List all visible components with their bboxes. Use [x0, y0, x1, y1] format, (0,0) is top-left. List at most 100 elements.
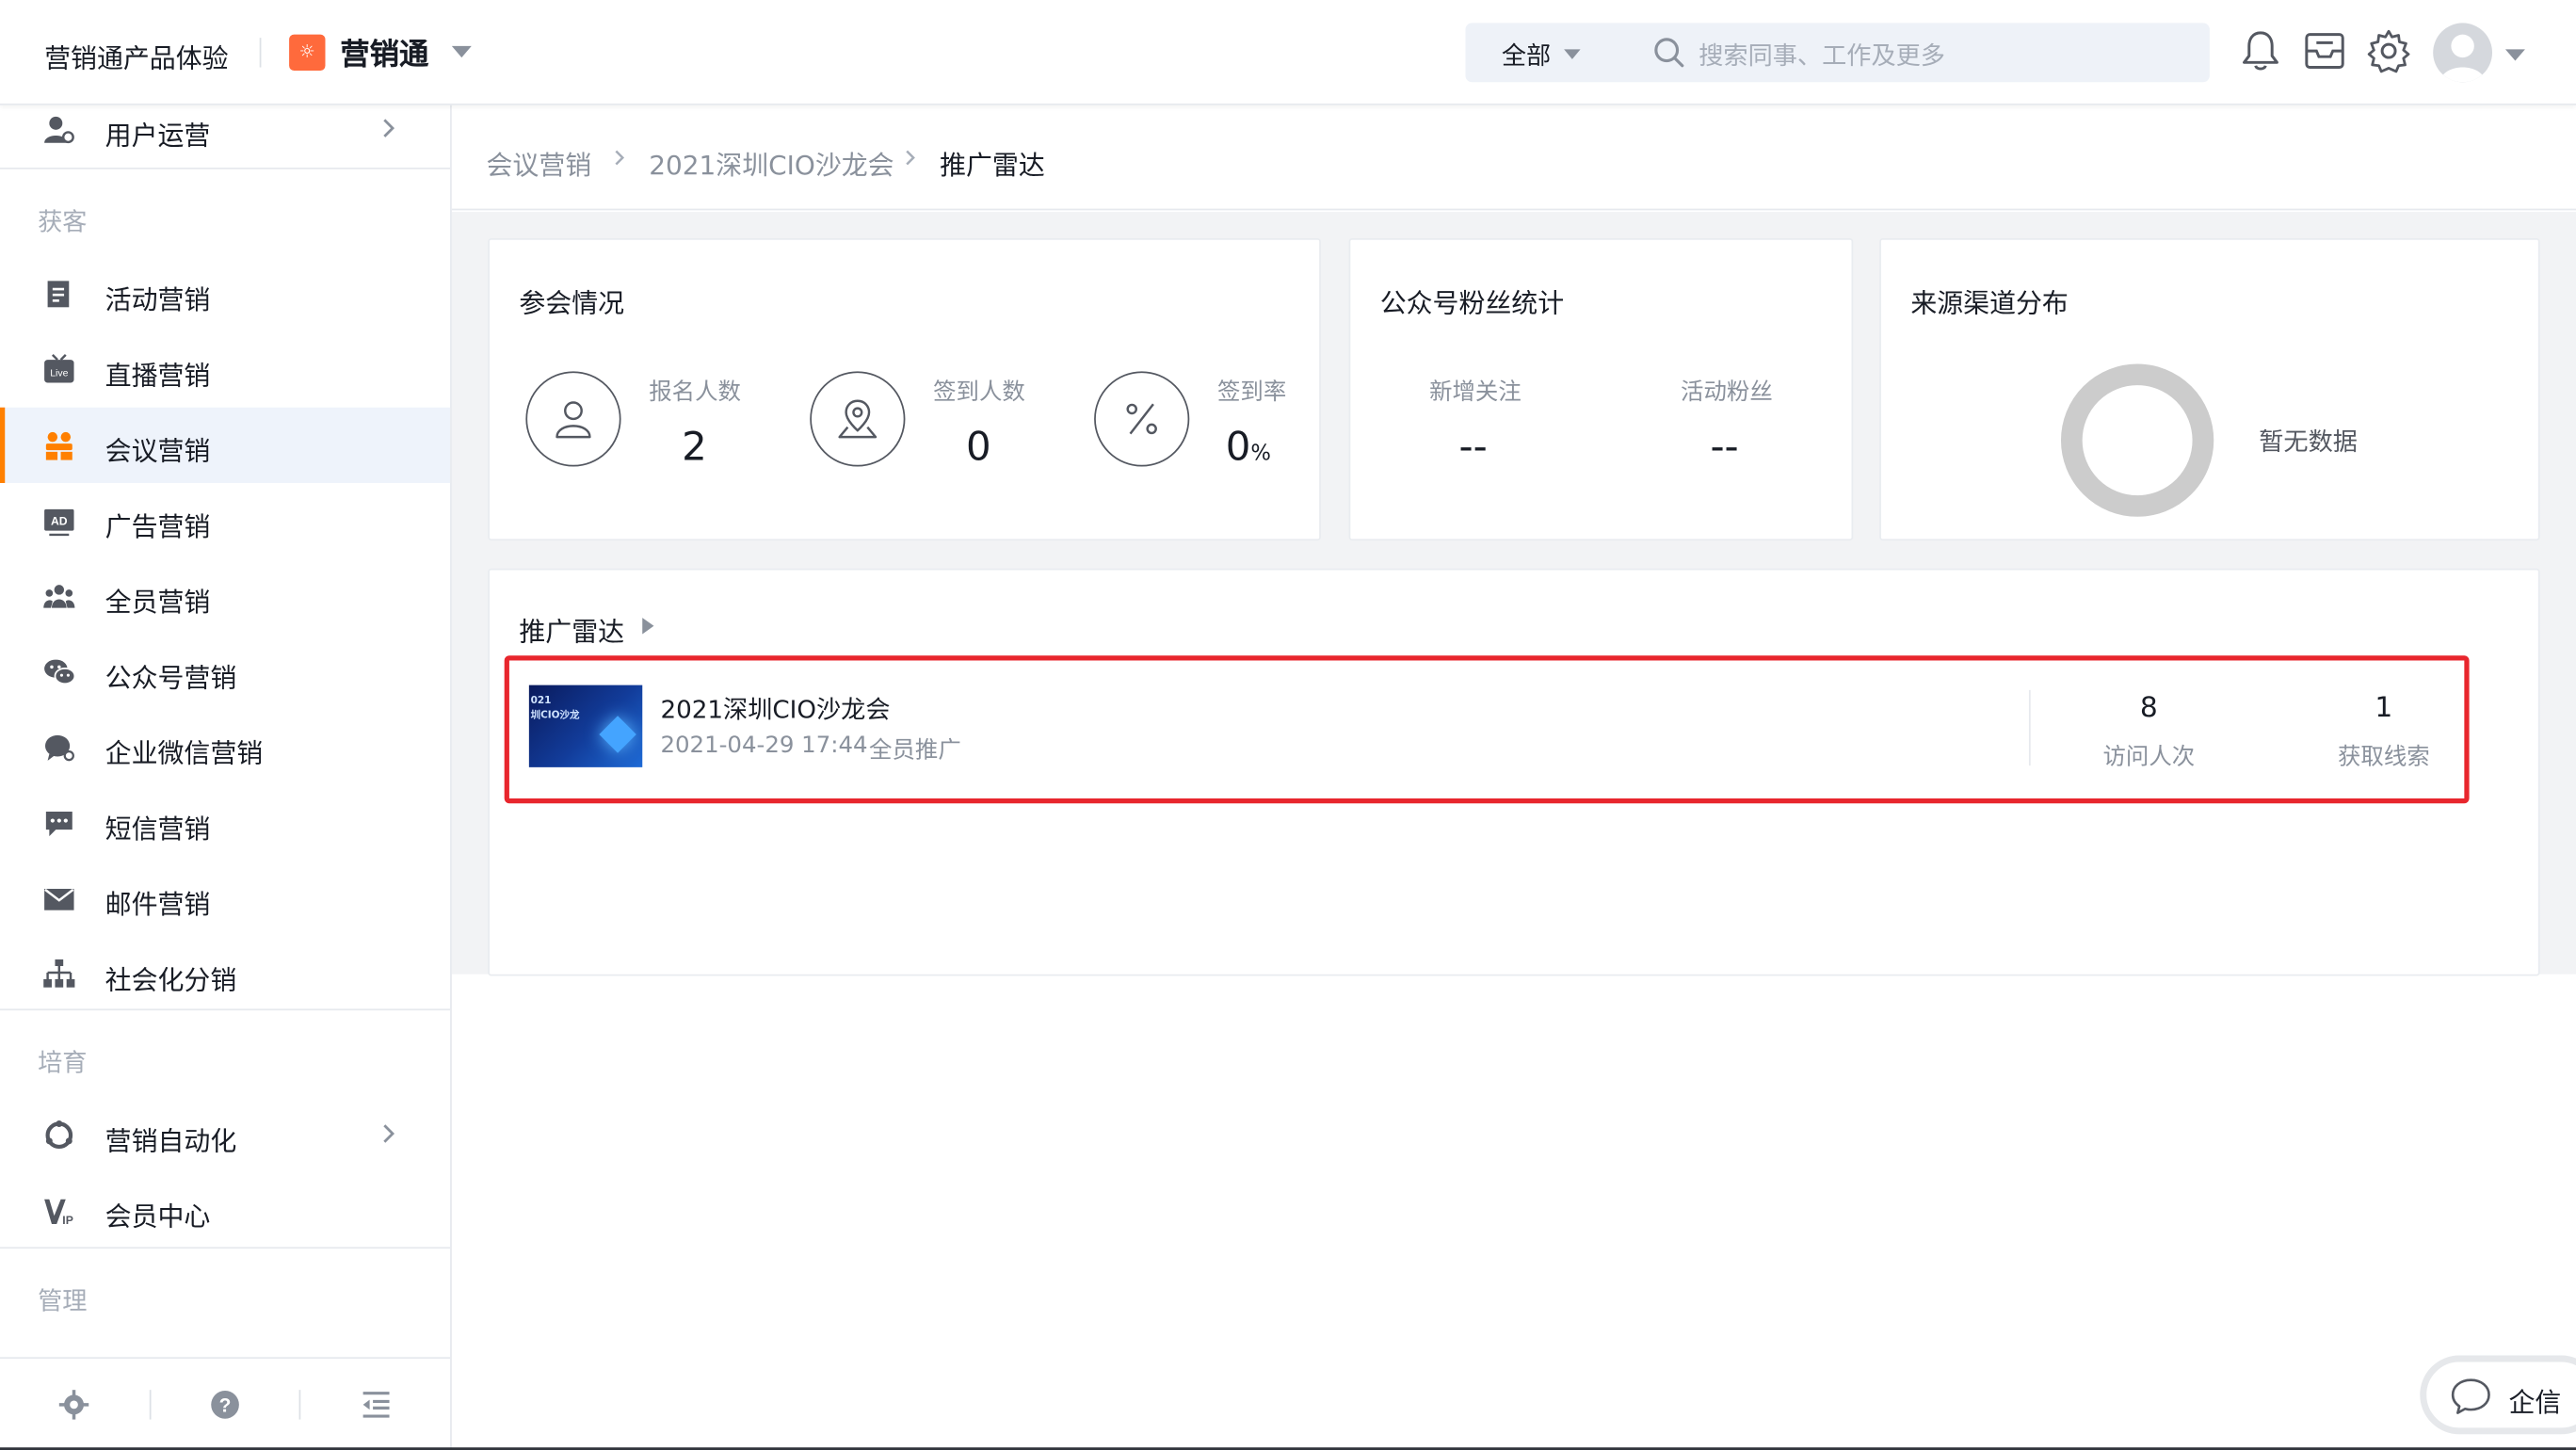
thumbnail-caption-line1: 021: [530, 695, 552, 707]
avatar[interactable]: [2433, 23, 2493, 83]
sidebar-item-membership[interactable]: IP 会员中心: [0, 1173, 450, 1249]
live-tv-icon: Live: [44, 354, 74, 383]
svg-text:AD: AD: [51, 514, 68, 527]
stat-rate-number: 0: [1225, 424, 1251, 471]
app-name[interactable]: 营销通产品体验: [44, 36, 228, 75]
collapse-menu-icon[interactable]: [360, 1388, 393, 1421]
user-silhouette-icon: [2439, 34, 2487, 83]
gear-icon[interactable]: [2364, 26, 2413, 75]
stat-label: 新增关注: [1429, 379, 1521, 406]
chevron-down-icon[interactable]: [1564, 49, 1581, 59]
ad-icon: AD: [44, 508, 74, 537]
breadcrumb-item-event[interactable]: 2021深圳CIO沙龙会: [649, 143, 894, 183]
sidebar-item-email[interactable]: 邮件营销: [0, 861, 450, 936]
sidebar-item-label: 广告营销: [105, 510, 211, 542]
brand-logo-icon: ☼: [289, 34, 326, 72]
divider: [0, 1008, 451, 1011]
sidebar-item-automation[interactable]: 营销自动化: [0, 1098, 450, 1173]
divider: [0, 1247, 451, 1249]
breadcrumb-item-conference[interactable]: 会议营销: [486, 143, 591, 183]
search-icon: [1654, 38, 1684, 68]
wechat-icon: [44, 659, 76, 685]
leads-value: 1: [2375, 691, 2393, 725]
sidebar-item-activity[interactable]: 活动营销: [0, 256, 450, 331]
divider: [298, 1390, 301, 1420]
stat-value-event-fans: --: [1710, 424, 1739, 471]
sidebar-item-label: 社会化分销: [105, 964, 237, 996]
app-root: 营销通产品体验 ☼ 营销通 全部 搜索同事、工作及更多 用户运营 获客 活动营销…: [0, 0, 2576, 1450]
stat-label: 活动粉丝: [1681, 379, 1773, 406]
bell-icon[interactable]: [2236, 26, 2285, 75]
chevron-down-icon[interactable]: [2504, 49, 2525, 61]
promotion-radar-card: 推广雷达 021 圳CIO沙龙 2021深圳CIO沙龙会 2021-04-29 1…: [488, 568, 2540, 976]
brand-name[interactable]: 营销通: [340, 31, 428, 73]
qixin-chat-button[interactable]: 企信: [2420, 1355, 2576, 1435]
thumbnail-caption-line2: 圳CIO沙龙: [530, 709, 580, 722]
search-input[interactable]: 搜索同事、工作及更多: [1699, 38, 1945, 72]
percent-icon: [1126, 403, 1157, 435]
sidebar-item-social-distribution[interactable]: 社会化分销: [0, 937, 450, 1012]
vip-icon: IP: [44, 1199, 73, 1227]
top-bar: 营销通产品体验 ☼ 营销通 全部 搜索同事、工作及更多: [0, 0, 2576, 105]
automation-cycle-icon: [45, 1120, 73, 1150]
empty-data-text: 暂无数据: [2259, 427, 2358, 458]
sidebar-item-live[interactable]: Live 直播营销: [0, 331, 450, 407]
sms-icon: [45, 811, 72, 837]
chevron-right-icon: [906, 150, 915, 166]
help-icon[interactable]: ?: [209, 1388, 242, 1421]
sidebar-item-conference[interactable]: 会议营销: [0, 407, 451, 484]
sidebar-item-label: 直播营销: [105, 360, 211, 392]
group-title-manage: 管理: [38, 1286, 88, 1316]
group-title-acquisition: 获客: [38, 206, 88, 237]
sidebar-item-label: 公众号营销: [105, 662, 237, 694]
team-icon: [43, 585, 75, 608]
stat-label: 报名人数: [649, 379, 741, 406]
wecom-icon: [44, 734, 74, 762]
stat-label: 签到率: [1216, 379, 1287, 406]
divider: [2028, 689, 2031, 766]
chat-bubble-icon: [2451, 1378, 2490, 1414]
breadcrumb-item-current: 推广雷达: [940, 149, 1045, 181]
stat-rate-unit: %: [1250, 442, 1271, 467]
divider: [259, 38, 262, 68]
inbox-icon[interactable]: [2300, 26, 2349, 75]
sidebar-item-label: 营销自动化: [105, 1125, 237, 1157]
sidebar-item-all-staff[interactable]: 全员营销: [0, 558, 450, 634]
sidebar-item-ads[interactable]: AD 广告营销: [0, 483, 450, 558]
chevron-right-icon: [383, 119, 395, 137]
global-search[interactable]: 全部 搜索同事、工作及更多: [1465, 23, 2210, 83]
sidebar-item-sms[interactable]: 短信营销: [0, 785, 450, 861]
thumbnail-caption: 021 圳CIO沙龙: [531, 693, 580, 722]
settings-gear-icon[interactable]: [57, 1388, 90, 1421]
radar-list-item[interactable]: 021 圳CIO沙龙 2021深圳CIO沙龙会 2021-04-29 17:44 …: [504, 655, 2470, 804]
event-thumbnail: 021 圳CIO沙龙: [528, 685, 643, 767]
card-title[interactable]: 推广雷达: [519, 609, 624, 649]
stat-value-new-follows: --: [1458, 424, 1488, 471]
location-pin-icon: [838, 399, 877, 439]
svg-text:Live: Live: [50, 369, 68, 379]
divider: [0, 1357, 451, 1360]
mail-icon: [44, 888, 74, 910]
conference-icon: [45, 431, 72, 460]
leads-label: 获取线索: [2337, 744, 2430, 771]
chevron-down-icon[interactable]: [451, 45, 472, 58]
sidebar-item-label: 会议营销: [105, 435, 211, 467]
sidebar-item-wecom[interactable]: 企业微信营销: [0, 710, 450, 785]
sidebar-item-wechat-official[interactable]: 公众号营销: [0, 635, 450, 710]
channel-distribution-card: 来源渠道分布 暂无数据: [1879, 238, 2540, 541]
sidebar-item-label: 企业微信营销: [105, 737, 264, 769]
search-scope-select[interactable]: 全部: [1502, 38, 1551, 72]
breadcrumb: 会议营销 2021深圳CIO沙龙会 推广雷达: [451, 105, 2576, 211]
sidebar: 用户运营 获客 活动营销 Live 直播营销 会议营销 AD 广告营销 全员营销…: [0, 105, 452, 1450]
event-name[interactable]: 2021深圳CIO沙龙会: [660, 692, 890, 727]
attendance-card: 参会情况 报名人数 2 签到人数 0 签到率 0%: [488, 238, 1321, 541]
sidebar-item-label: 会员中心: [105, 1200, 211, 1232]
visits-value: 8: [2139, 691, 2158, 725]
qixin-label: 企信: [2508, 1386, 2562, 1418]
caret-right-icon[interactable]: [642, 618, 654, 635]
rate-stat-icon: [1094, 371, 1190, 467]
stat-label: 签到人数: [933, 379, 1025, 406]
svg-text:?: ?: [219, 1395, 232, 1417]
user-settings-icon: [44, 116, 74, 144]
stat-value-rate: 0%: [1226, 424, 1271, 470]
